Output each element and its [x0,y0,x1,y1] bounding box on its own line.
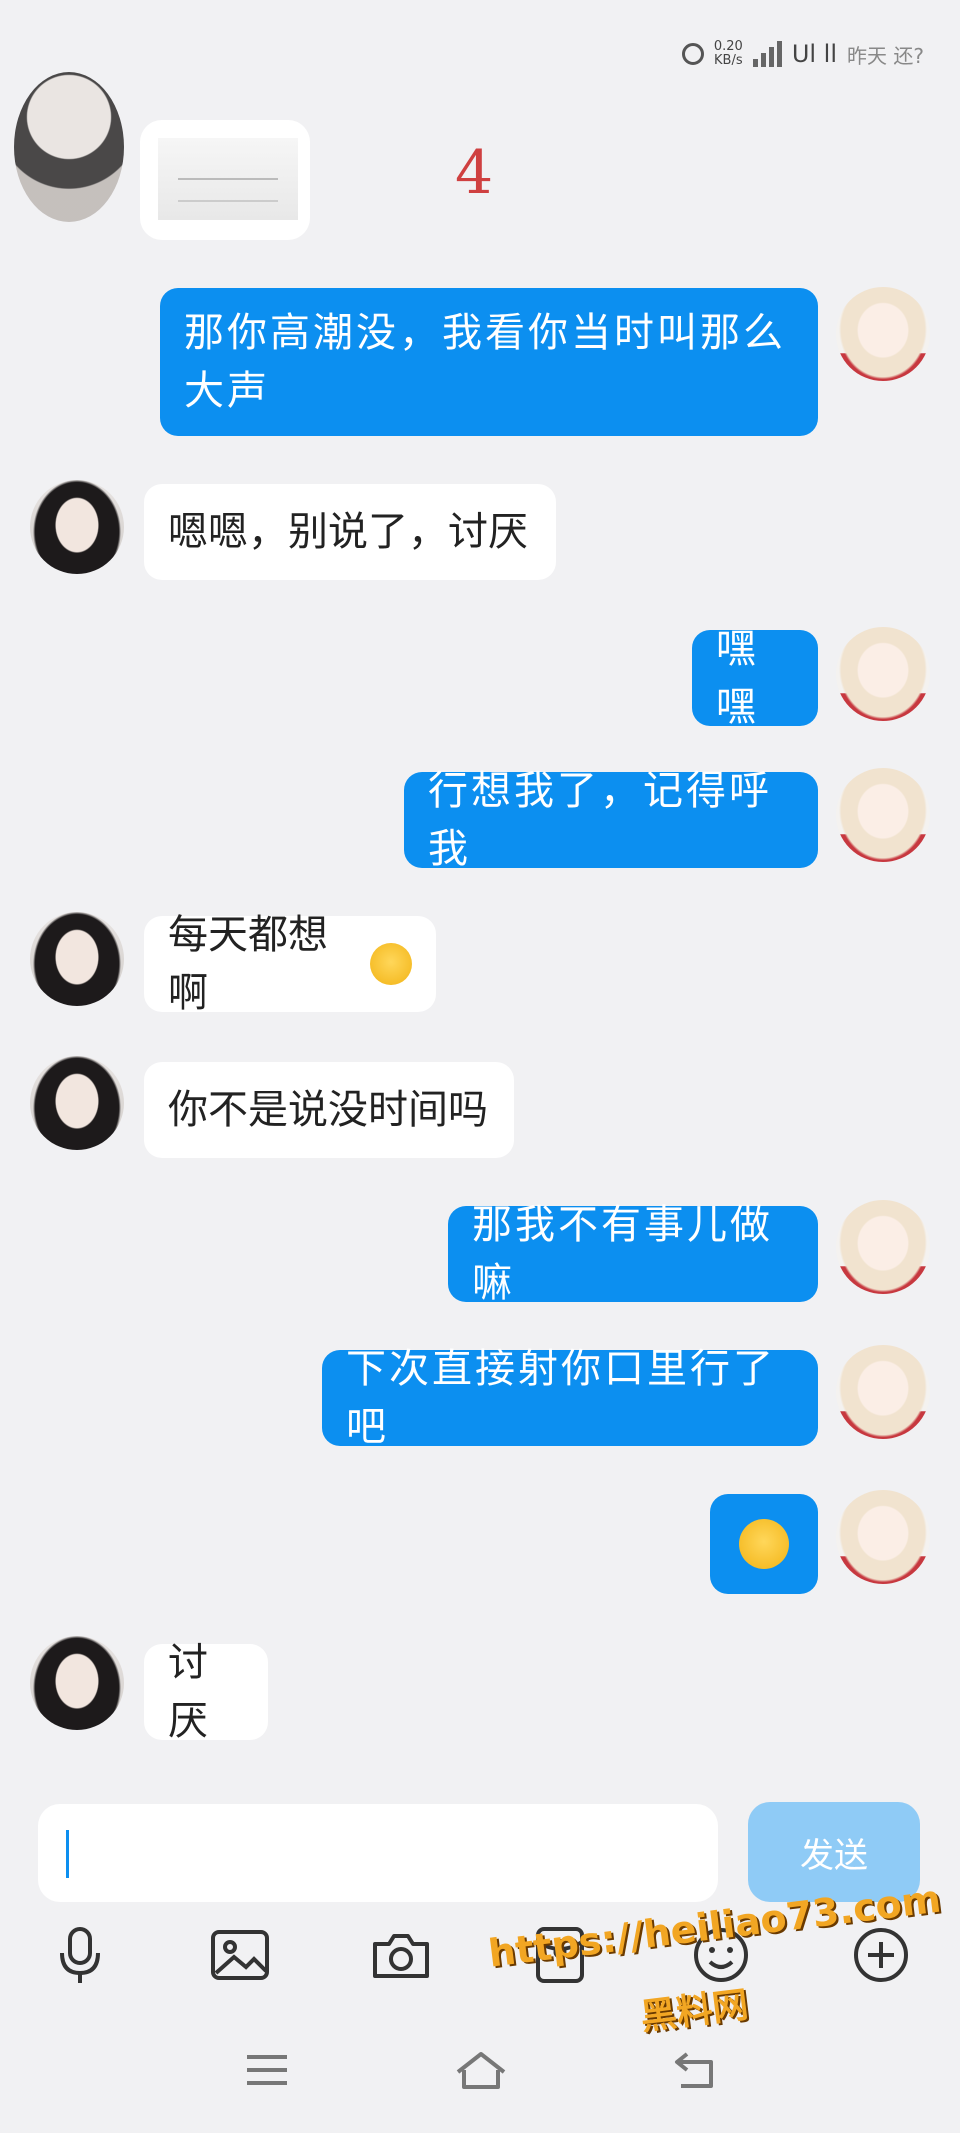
shy-emoji-icon [370,943,412,985]
message-text: 下次直接射你口里行了吧 [346,1346,776,1450]
message-bubble-sent[interactable]: 行想我了，记得呼我 [404,768,818,872]
blushing-face-icon [739,1519,789,1569]
message-text: 讨厌 [168,1640,208,1744]
network-speed-unit: KB/s [714,53,743,68]
contact-avatar[interactable] [30,480,124,574]
status-bar: 0.20 KB/s Ul ll 昨天 还? [681,28,924,80]
message-text: 每天都想啊 [168,912,328,1016]
image-icon[interactable] [205,1920,275,1990]
text-cursor [66,1830,69,1878]
contact-avatar[interactable] [30,1056,124,1150]
contact-avatar[interactable] [30,1636,124,1730]
system-nav-bar [0,2020,960,2120]
my-avatar[interactable] [836,287,930,381]
home-icon[interactable] [446,2040,516,2100]
contact-avatar[interactable] [30,912,124,1006]
thumbnail-image [158,138,298,220]
message-bubble-sent[interactable]: 嘿嘿 [692,626,818,730]
my-avatar[interactable] [836,627,930,721]
message-bubble-received[interactable]: 每天都想啊 [144,912,436,1016]
page-number: 4 [455,138,494,208]
my-avatar[interactable] [836,1345,930,1439]
message-bubble-sent[interactable] [710,1494,818,1594]
message-bubble-sent[interactable]: 下次直接射你口里行了吧 [322,1346,818,1450]
alarm-icon [681,43,704,65]
message-bubble-sent[interactable]: 那你高潮没，我看你当时叫那么大声 [160,288,818,436]
signal-text: Ul ll [791,40,838,68]
sticker-avatar [14,72,124,222]
message-input[interactable] [38,1804,718,1902]
image-message-thumbnail[interactable] [140,120,310,240]
network-speed: 0.20 KB/s [714,40,743,68]
menu-icon[interactable] [232,2040,302,2100]
message-text: 行想我了，记得呼我 [428,768,772,872]
back-icon[interactable] [660,2040,730,2100]
message-text: 那我不有事儿做嘛 [472,1202,773,1306]
network-speed-value: 0.20 [713,39,743,54]
message-bubble-received[interactable]: 嗯嗯，别说了，讨厌 [144,484,556,580]
message-bubble-sent[interactable]: 那我不有事儿做嘛 [448,1202,818,1306]
message-bubble-received[interactable]: 你不是说没时间吗 [144,1062,514,1158]
message-text: 那你高潮没，我看你当时叫那么大声 [184,310,786,414]
my-avatar[interactable] [836,768,930,862]
message-text: 嗯嗯，别说了，讨厌 [168,509,528,555]
microphone-icon[interactable] [45,1920,115,1990]
camera-icon[interactable] [366,1920,436,1990]
my-avatar[interactable] [836,1200,930,1294]
signal-icon [752,41,782,67]
status-tail-text: 昨天 还? [847,43,924,68]
message-text: 嘿嘿 [716,626,759,730]
my-avatar[interactable] [836,1490,930,1584]
message-bubble-received[interactable]: 讨厌 [144,1640,268,1744]
message-text: 你不是说没时间吗 [168,1087,488,1133]
